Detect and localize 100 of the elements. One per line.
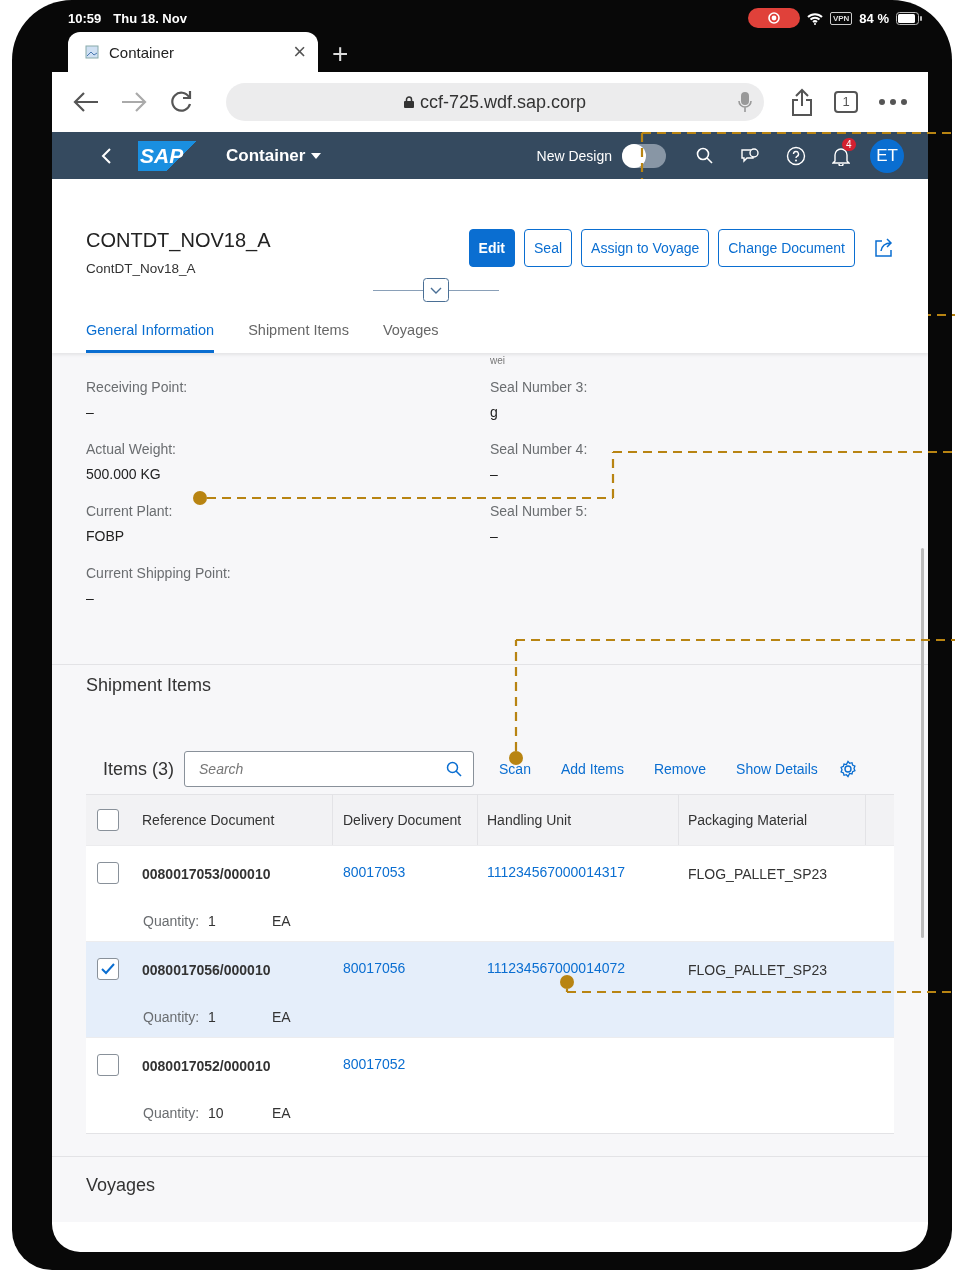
field-value: wei <box>490 357 506 368</box>
field-label: Current Shipping Point: <box>86 565 231 581</box>
quantity-unit: EA <box>272 1009 291 1025</box>
url-text: ccf-725.wdf.sap.corp <box>419 91 587 113</box>
callout-dot <box>509 751 523 765</box>
object-title: CONTDT_NOV18_A <box>86 229 271 252</box>
scrollbar[interactable] <box>921 548 924 938</box>
table-cell: 0080017056/000010 <box>142 962 271 978</box>
field-label: Seal Number 3: <box>490 379 588 395</box>
table-cell: FLOG_PALLET_SP23 <box>688 866 828 882</box>
delivery-link[interactable]: 80017052 <box>343 1056 406 1072</box>
lock-icon <box>403 96 414 108</box>
tab-title: Container <box>109 43 176 61</box>
reload-icon[interactable] <box>168 89 194 115</box>
column-header: Reference Document <box>142 812 275 828</box>
field-label: Current Plant: <box>86 503 173 519</box>
close-tab-button[interactable]: × <box>293 39 306 65</box>
table-cell: 0080017052/000010 <box>142 1058 271 1074</box>
more-icon[interactable] <box>878 98 908 106</box>
toolbar-button[interactable]: Add Items <box>545 761 639 777</box>
search-icon[interactable] <box>696 146 714 165</box>
row-checkbox[interactable] <box>97 809 119 831</box>
wifi-icon <box>806 11 823 25</box>
field-value: – <box>86 404 94 420</box>
help-icon[interactable] <box>786 145 806 166</box>
search-icon <box>446 761 462 777</box>
section-title: Voyages <box>86 1174 157 1196</box>
column-header: Packaging Material <box>688 812 808 828</box>
field-label: Seal Number 5: <box>490 503 588 519</box>
header-action-button[interactable]: Seal <box>524 228 573 267</box>
quantity-label: Quantity: <box>143 913 200 929</box>
quantity-value: 1 <box>208 1009 217 1025</box>
checkmark-icon <box>100 962 116 976</box>
column-header: Handling Unit <box>487 812 572 828</box>
row-checkbox[interactable] <box>97 958 119 980</box>
toolbar-button[interactable]: Show Details <box>721 761 833 777</box>
app-title-menu[interactable]: Container <box>226 145 322 166</box>
delivery-link[interactable]: 80017053 <box>343 864 406 880</box>
quantity-value: 1 <box>208 913 217 929</box>
table-row[interactable]: 0080017052/000010 80017052 Quantity: 10 EA <box>86 1037 894 1133</box>
new-design-switch[interactable] <box>622 143 666 168</box>
tab-count-button[interactable]: 1 <box>834 91 858 113</box>
back-icon[interactable] <box>100 146 112 165</box>
field-value: – <box>490 528 498 544</box>
quantity-value: 10 <box>208 1105 225 1121</box>
quantity-unit: EA <box>272 913 291 929</box>
column-header: Delivery Document <box>343 812 462 828</box>
quantity-unit: EA <box>272 1105 291 1121</box>
toolbar-button[interactable]: Scan <box>484 761 546 777</box>
back-arrow-icon[interactable] <box>72 91 100 113</box>
object-subtitle: ContDT_Nov18_A <box>86 261 197 276</box>
field-label: Actual Weight: <box>86 441 176 457</box>
new-tab-button[interactable]: + <box>332 36 349 72</box>
share-icon[interactable] <box>874 237 894 258</box>
handling-unit-link[interactable]: 111234567000014317 <box>487 864 626 880</box>
browser-tab[interactable]: Container × <box>68 32 318 72</box>
header-action-button[interactable]: Assign to Voyage <box>581 228 710 267</box>
row-checkbox[interactable] <box>97 1054 119 1076</box>
address-bar[interactable]: ccf-725.wdf.sap.corp <box>226 83 764 121</box>
field-value: FOBP <box>86 528 125 544</box>
expand-header-button[interactable] <box>423 278 449 302</box>
callout-dot <box>193 491 207 505</box>
vpn-badge: VPN <box>829 11 853 25</box>
share-icon[interactable] <box>790 88 814 116</box>
table-cell: FLOG_PALLET_SP23 <box>688 962 828 978</box>
status-time: 10:59 <box>68 10 102 26</box>
new-design-label: New Design <box>536 147 612 164</box>
search-field[interactable]: Search <box>184 751 474 787</box>
table-row[interactable]: 0080017056/000010 80017056 111234567000014072 FLOG_PALLET_SP23 Quantity: 1 EA <box>86 941 894 1037</box>
field-value: – <box>86 590 94 606</box>
notification-badge: 4 <box>842 137 856 151</box>
user-avatar[interactable]: ET <box>870 138 904 173</box>
battery-percent: 84 % <box>859 10 889 26</box>
header-action-button[interactable]: Change Document <box>718 228 855 267</box>
delivery-link[interactable]: 80017056 <box>343 960 406 976</box>
settings-icon[interactable] <box>838 760 857 778</box>
field-label: Receiving Point: <box>86 379 188 395</box>
chat-icon[interactable] <box>740 146 760 165</box>
field-value: – <box>490 466 498 482</box>
field-value: 500.000 KG <box>86 466 161 482</box>
callout-dot <box>560 975 574 989</box>
section-tab[interactable]: Voyages <box>382 322 439 353</box>
page-icon <box>84 44 100 60</box>
battery-icon <box>896 11 922 25</box>
section-tab[interactable]: Shipment Items <box>248 322 349 353</box>
caret-icon <box>311 152 322 159</box>
quantity-label: Quantity: <box>143 1009 200 1025</box>
table-row[interactable]: 0080017053/000010 80017053 111234567000014317 FLOG_PALLET_SP23 Quantity: 1 EA <box>86 845 894 941</box>
section-title: Shipment Items <box>86 674 213 696</box>
field-value: g <box>490 404 498 420</box>
header-action-button[interactable]: Edit <box>468 228 516 267</box>
handling-unit-link[interactable]: 111234567000014072 <box>487 960 626 976</box>
table-title: Items (3) <box>103 758 174 780</box>
table-cell: 0080017053/000010 <box>142 866 271 882</box>
status-date: Thu 18. Nov <box>113 10 187 26</box>
field-label: Seal Number 4: <box>490 441 588 457</box>
row-checkbox[interactable] <box>97 862 119 884</box>
screen-recording-icon <box>747 8 800 28</box>
quantity-label: Quantity: <box>143 1105 200 1121</box>
toolbar-button[interactable]: Remove <box>638 761 722 777</box>
